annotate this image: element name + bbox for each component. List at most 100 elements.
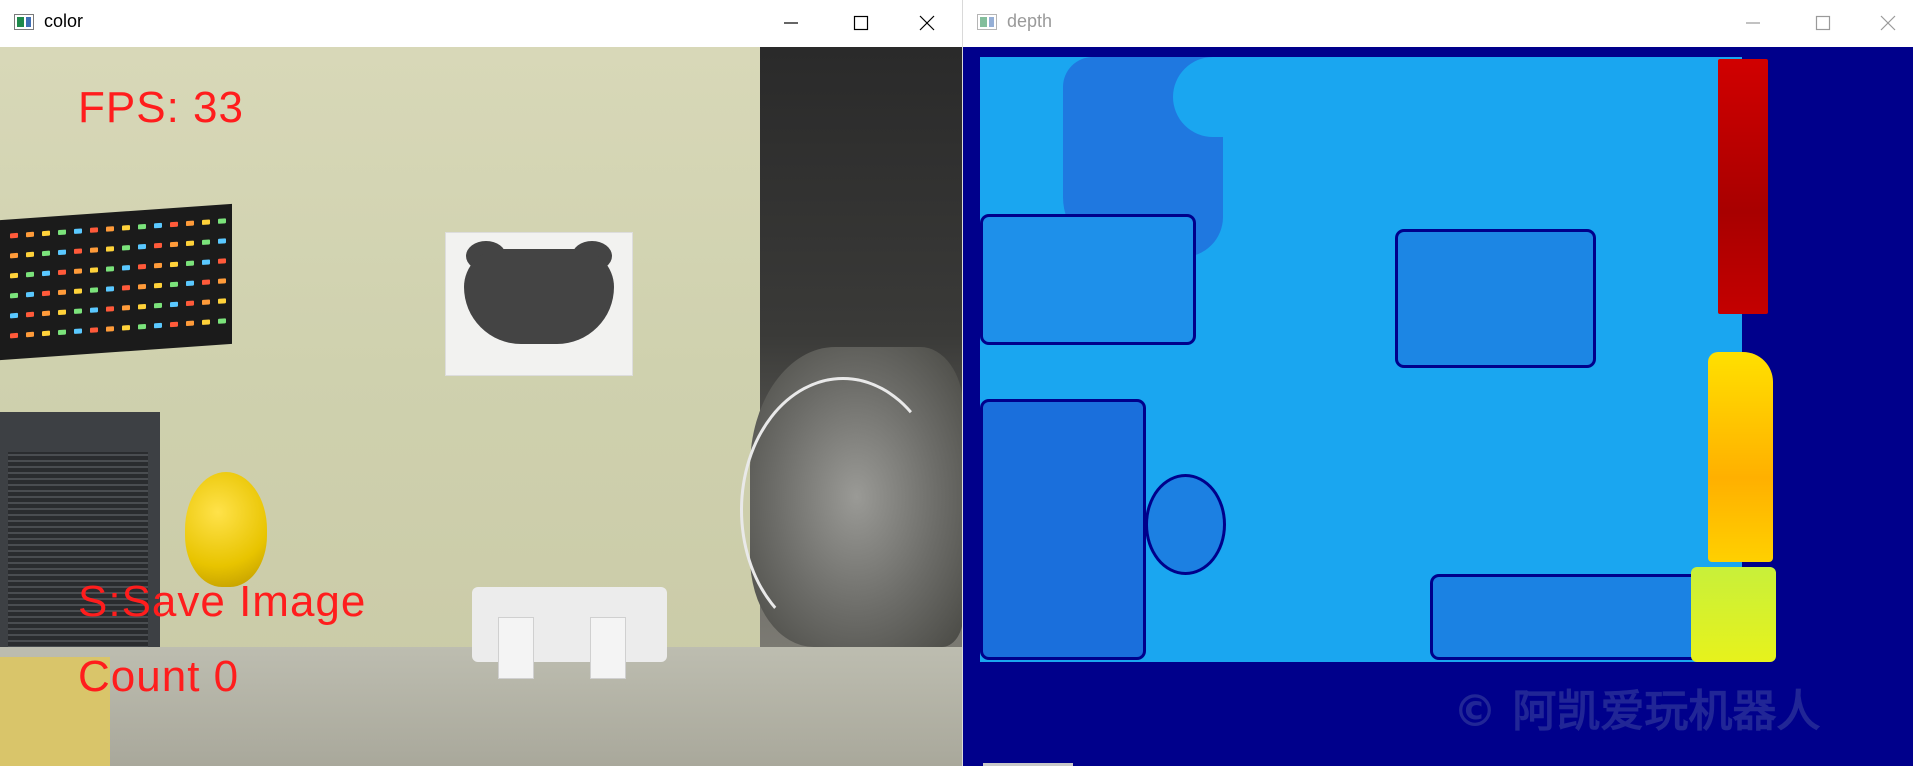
keyboard-key: [106, 286, 114, 292]
keyboard-key: [202, 279, 210, 285]
depth-window[interactable]: depth © 阿凯爱玩机器人: [963, 0, 1913, 766]
depth-image-region: [1691, 567, 1776, 662]
keyboard-key: [122, 325, 130, 331]
keyboard-key: [42, 250, 50, 257]
minimize-button[interactable]: [1718, 0, 1788, 46]
keyboard-key: [42, 230, 50, 237]
camera-image-region: [498, 617, 534, 679]
keyboard-key: [154, 282, 162, 289]
keyboard-key: [10, 252, 18, 259]
keyboard-key: [122, 265, 130, 271]
keyboard-key: [218, 298, 226, 304]
keyboard-key: [26, 271, 34, 278]
color-title-bar[interactable]: color: [0, 0, 962, 46]
keyboard-key: [106, 226, 114, 232]
depth-image-region: [1718, 59, 1768, 314]
keyboard-key: [202, 259, 210, 265]
keyboard-key: [90, 287, 98, 293]
fps-label: FPS: 33: [78, 83, 244, 132]
keyboard-key: [138, 263, 146, 270]
close-button[interactable]: [1853, 0, 1913, 46]
camera-image-region: [0, 203, 232, 361]
keyboard-key: [74, 228, 82, 234]
keyboard-key: [186, 220, 194, 227]
depth-image-region: [1433, 577, 1703, 657]
keyboard-key: [170, 261, 178, 268]
keyboard-key: [42, 310, 50, 317]
depth-title-bar[interactable]: depth: [963, 0, 1913, 46]
keyboard-key: [218, 258, 226, 264]
keyboard-key: [138, 303, 146, 310]
keyboard-key: [10, 332, 18, 339]
keyboard-key: [202, 239, 210, 245]
keyboard-key: [218, 278, 226, 284]
keyboard-key: [10, 312, 18, 319]
minimize-icon: [784, 22, 798, 24]
keyboard-key: [138, 283, 146, 290]
color-camera-view[interactable]: FPS: 33 S:Save Image Count 0: [0, 47, 962, 766]
count-label: Count 0: [78, 652, 240, 701]
keyboard-key: [74, 308, 82, 314]
keyboard-key: [90, 247, 98, 253]
app-icon: [14, 14, 34, 30]
color-window[interactable]: color FPS: 33 S:Save Image Count 0: [0, 0, 963, 766]
keyboard-key: [202, 319, 210, 325]
keyboard-key: [186, 240, 194, 247]
keyboard-key: [154, 242, 162, 249]
close-icon: [1880, 15, 1896, 31]
keyboard-key: [26, 331, 34, 338]
keyboard-key: [106, 266, 114, 272]
keyboard-key: [202, 219, 210, 225]
keyboard-key: [10, 292, 18, 299]
keyboard-key: [154, 322, 162, 329]
depth-image-region: [983, 402, 1143, 657]
keyboard-key: [58, 309, 66, 316]
keyboard-key: [42, 290, 50, 297]
keyboard-key: [218, 238, 226, 244]
keyboard-key: [106, 246, 114, 252]
keyboard-key: [58, 269, 66, 276]
keyboard-key: [58, 229, 66, 236]
maximize-icon: [1815, 15, 1831, 31]
depth-map-view[interactable]: © 阿凯爱玩机器人: [963, 47, 1913, 766]
keyboard-key: [154, 302, 162, 309]
depth-image-region: [1173, 57, 1263, 137]
keyboard-key: [186, 280, 194, 287]
keyboard-key: [106, 306, 114, 312]
keyboard-key: [170, 241, 178, 248]
close-icon: [919, 15, 935, 31]
keyboard-key: [122, 225, 130, 231]
save-hint-label: S:Save Image: [78, 577, 367, 626]
keyboard-key: [138, 223, 146, 230]
keyboard-key: [122, 285, 130, 291]
window-title: color: [44, 11, 84, 31]
keyboard-key: [90, 227, 98, 233]
keyboard-key: [170, 281, 178, 288]
keyboard-key: [170, 221, 178, 228]
minimize-button[interactable]: [756, 0, 826, 46]
depth-image-region: [1398, 232, 1593, 365]
keyboard-key: [42, 330, 50, 337]
keyboard-key: [74, 268, 82, 274]
app-icon: [977, 14, 997, 30]
keyboard-key: [26, 311, 34, 318]
keyboard-key: [26, 251, 34, 258]
keyboard-key: [186, 300, 194, 307]
keyboard-key: [170, 321, 178, 328]
keyboard-key: [218, 318, 226, 324]
keyboard-key: [58, 249, 66, 256]
keyboard-key: [42, 270, 50, 277]
keyboard-key: [122, 305, 130, 311]
maximize-icon: [853, 15, 869, 31]
keyboard-key: [154, 222, 162, 229]
keyboard-key: [90, 327, 98, 333]
maximize-button[interactable]: [1788, 0, 1858, 46]
camera-image-region: [590, 617, 626, 679]
maximize-button[interactable]: [826, 0, 896, 46]
keyboard-key: [26, 231, 34, 238]
keyboard-key: [106, 326, 114, 332]
close-button[interactable]: [892, 0, 962, 46]
keyboard-key: [58, 329, 66, 336]
keyboard-key: [74, 328, 82, 334]
keyboard-key: [58, 289, 66, 296]
